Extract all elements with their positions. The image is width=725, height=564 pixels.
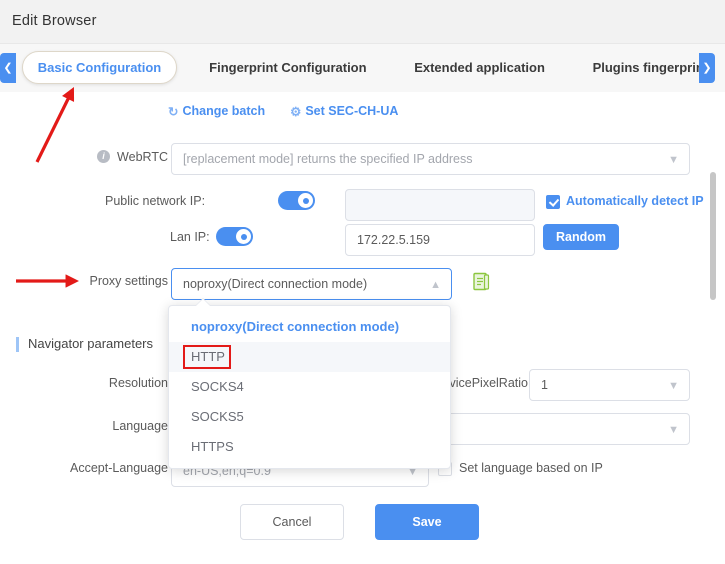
chevron-right-icon[interactable]: ❯ — [699, 53, 715, 83]
section-accent-bar — [16, 337, 19, 352]
lan-ip-toggle[interactable] — [216, 227, 253, 246]
tab-plugins-fingerprint[interactable]: Plugins fingerprint — [571, 44, 699, 92]
dropdown-option-socks5[interactable]: SOCKS5 — [169, 402, 450, 432]
automatically-detect-ip-label[interactable]: Automatically detect IP — [566, 194, 704, 208]
set-sec-ch-ua-button[interactable]: ⚙ Set SEC-CH-UA — [290, 104, 398, 119]
change-batch-label: Change batch — [182, 104, 265, 118]
set-language-based-on-ip-label: Set language based on IP — [459, 461, 629, 475]
chevron-up-icon: ▲ — [430, 269, 441, 300]
public-network-ip-toggle[interactable] — [278, 191, 315, 210]
gear-icon: ⚙ — [290, 104, 301, 119]
webrtc-value: [replacement mode] returns the specified… — [183, 152, 473, 166]
tab-basic-configuration[interactable]: Basic Configuration — [22, 51, 177, 84]
tab-strip: ❮ ❯ Basic Configuration Fingerprint Conf… — [0, 44, 725, 92]
webrtc-select[interactable]: [replacement mode] returns the specified… — [171, 143, 690, 175]
scrollbar-track[interactable] — [710, 95, 716, 560]
toggle-knob — [298, 193, 313, 208]
proxy-settings-select[interactable]: noproxy(Direct connection mode) ▲ — [171, 268, 452, 300]
lan-ip-input[interactable]: 172.22.5.159 — [345, 224, 535, 256]
proxy-type-dropdown: noproxy(Direct connection mode) HTTP SOC… — [168, 305, 451, 469]
proxy-settings-label: Proxy settings — [80, 274, 168, 288]
form-toolbar: ↻ Change batch ⚙ Set SEC-CH-UA — [168, 104, 398, 124]
device-pixel-ratio-select[interactable]: 1 ▼ — [529, 369, 690, 401]
lan-ip-value: 172.22.5.159 — [357, 233, 430, 247]
info-icon[interactable]: i — [97, 150, 110, 163]
tab-extended-application[interactable]: Extended application — [392, 44, 567, 92]
chevron-down-icon: ▼ — [668, 370, 679, 401]
webrtc-label: WebRTC — [110, 150, 168, 164]
scrollbar-thumb[interactable] — [710, 172, 716, 300]
dropdown-option-noproxy[interactable]: noproxy(Direct connection mode) — [169, 312, 450, 342]
public-network-ip-label: Public network IP: — [105, 194, 220, 208]
device-pixel-ratio-value: 1 — [541, 378, 548, 392]
edit-browser-dialog: Edit Browser ❮ ❯ Basic Configuration Fin… — [0, 0, 725, 564]
refresh-icon: ↻ — [168, 104, 178, 119]
language-label: Language — [88, 419, 168, 433]
cancel-button[interactable]: Cancel — [240, 504, 344, 540]
device-pixel-ratio-label: vicePixelRatio — [438, 376, 528, 390]
toggle-knob — [236, 229, 251, 244]
save-button[interactable]: Save — [375, 504, 479, 540]
annotation-arrow-to-basic-configuration-tab — [37, 95, 70, 162]
random-button[interactable]: Random — [543, 224, 619, 250]
proxy-settings-value: noproxy(Direct connection mode) — [183, 277, 367, 291]
dropdown-option-https[interactable]: HTTPS — [169, 432, 450, 462]
change-batch-button[interactable]: ↻ Change batch — [168, 104, 265, 119]
accept-language-label: Accept-Language — [58, 461, 168, 475]
public-network-ip-input[interactable] — [345, 189, 535, 221]
dropdown-caret-arrow — [196, 299, 210, 306]
dialog-title-bar: Edit Browser — [0, 0, 725, 44]
set-sec-ch-ua-label: Set SEC-CH-UA — [305, 104, 398, 118]
automatically-detect-ip-checkbox[interactable] — [546, 195, 560, 209]
tab-fingerprint-configuration[interactable]: Fingerprint Configuration — [187, 44, 388, 92]
chevron-left-icon[interactable]: ❮ — [0, 53, 16, 83]
document-icon[interactable] — [473, 272, 491, 295]
dialog-footer — [0, 492, 725, 564]
dropdown-option-http[interactable]: HTTP — [169, 342, 450, 372]
navigator-parameters-heading: Navigator parameters — [28, 336, 153, 351]
chevron-down-icon: ▼ — [668, 144, 679, 175]
dialog-title: Edit Browser — [12, 13, 97, 29]
resolution-label: Resolution — [88, 376, 168, 390]
dropdown-option-socks4[interactable]: SOCKS4 — [169, 372, 450, 402]
chevron-down-icon: ▼ — [668, 414, 679, 445]
